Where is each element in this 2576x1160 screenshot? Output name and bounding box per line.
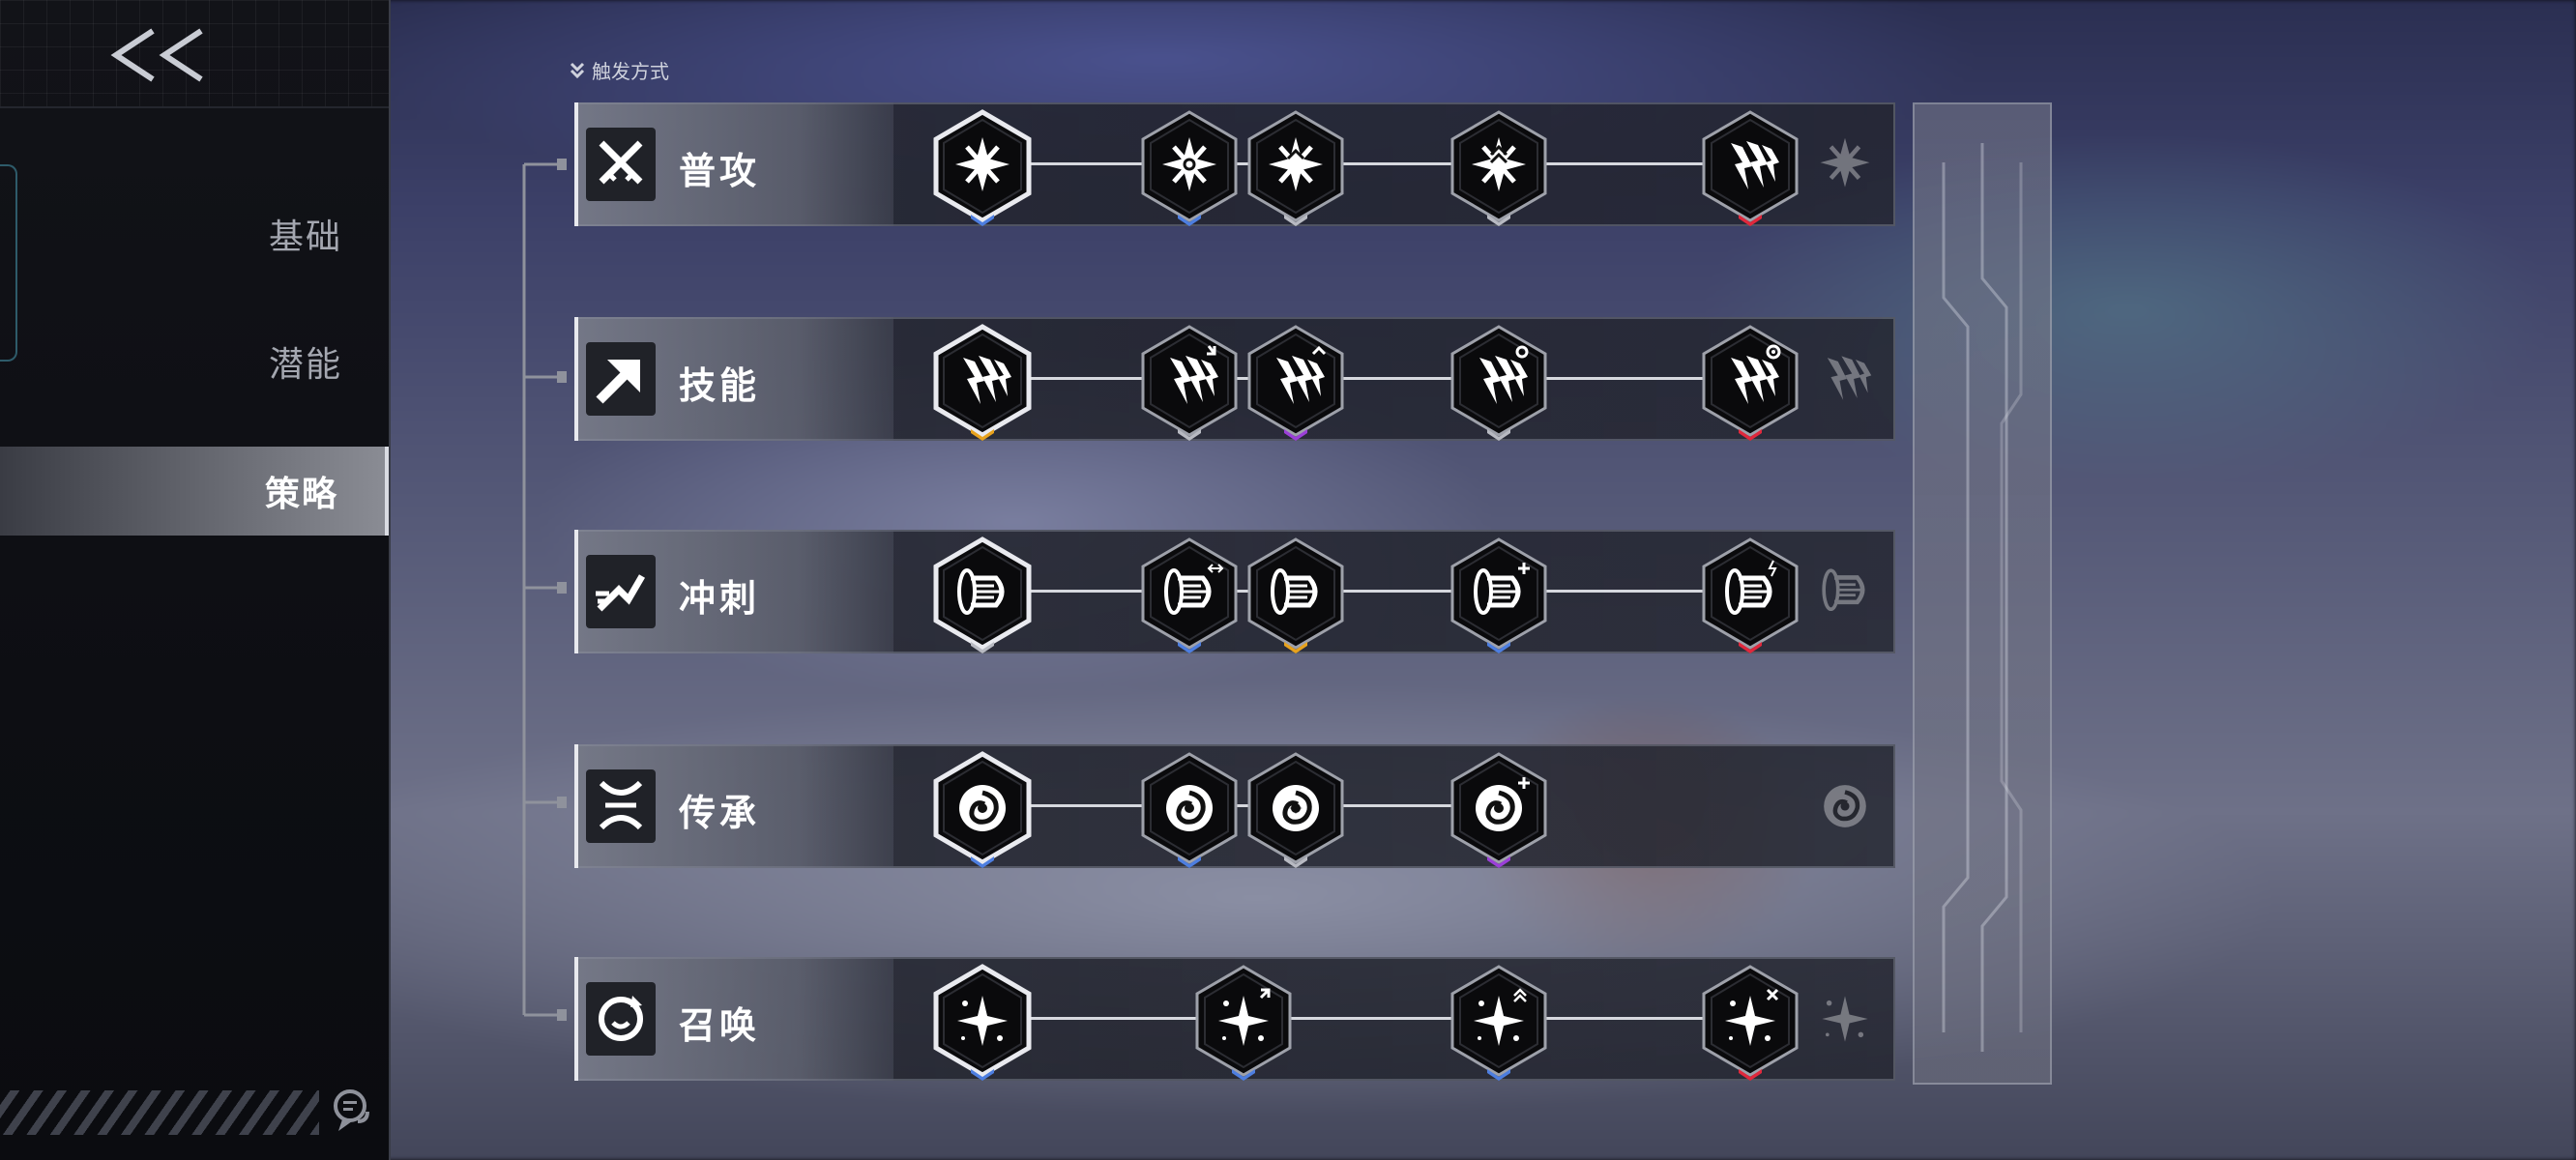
lightning-claw-swirl-node[interactable] xyxy=(1445,323,1553,443)
row-category-name: 技能 xyxy=(679,364,761,407)
row-category-name: 召唤 xyxy=(679,1004,761,1047)
vortex-node[interactable] xyxy=(1135,750,1244,870)
sparkle-node-selected[interactable] xyxy=(928,963,1037,1083)
sparkle-cross-node[interactable] xyxy=(1696,963,1804,1083)
nav-item-potential[interactable]: 潜能 xyxy=(0,317,389,406)
row-category-header[interactable]: 普攻 xyxy=(574,102,893,226)
shuriken-up-node[interactable] xyxy=(1242,108,1350,228)
faded-vortex-icon xyxy=(1806,768,1884,845)
node-connection-line xyxy=(982,377,1750,380)
sparkle-arrow-node[interactable] xyxy=(1189,963,1298,1083)
dash-portal-icon xyxy=(933,536,1032,653)
vortex-star-icon xyxy=(1247,752,1344,868)
sparkle-arrow-icon xyxy=(1195,965,1292,1081)
row-category-header[interactable]: 传承 xyxy=(574,744,893,868)
double-chevron-left-icon xyxy=(110,28,203,82)
dash-portal-plus-node[interactable] xyxy=(1445,536,1553,655)
trigger-method-label: 触发方式 xyxy=(592,60,669,83)
dash-portal-icon xyxy=(1247,537,1344,653)
summon-circle-icon xyxy=(586,982,656,1056)
row-category-header[interactable]: 召唤 xyxy=(574,957,893,1081)
back-button[interactable] xyxy=(104,21,211,89)
lightning-claw-caret-node[interactable] xyxy=(1242,323,1350,443)
faded-dash-portal-icon xyxy=(1806,553,1884,630)
dash-portal-node[interactable] xyxy=(1242,536,1350,655)
lightning-claw-icon xyxy=(933,324,1032,441)
dash-runner-icon xyxy=(586,555,656,628)
shuriken-double-up-icon xyxy=(1450,110,1547,226)
lightning-claw-node-selected[interactable] xyxy=(928,323,1037,443)
vortex-star-node[interactable] xyxy=(1242,750,1350,870)
vortex-node-selected[interactable] xyxy=(928,750,1037,870)
arrow-up-right-icon xyxy=(586,342,656,416)
shuriken-c-icon xyxy=(1141,110,1238,226)
trigger-method-header[interactable]: 触发方式 xyxy=(569,56,669,84)
node-connection-line xyxy=(982,590,1750,593)
dash-portal-arrows-icon xyxy=(1141,537,1238,653)
node-connection-line xyxy=(982,162,1750,165)
vortex-icon xyxy=(1141,752,1238,868)
connector-tree xyxy=(522,159,567,1021)
shuriken-up-icon xyxy=(1247,110,1344,226)
sparkle-chevron-node[interactable] xyxy=(1445,963,1553,1083)
crossed-swords-icon xyxy=(586,128,656,201)
dash-portal-bolt-node[interactable] xyxy=(1696,536,1804,655)
vortex-plus-icon xyxy=(1450,752,1547,868)
row-category-name: 传承 xyxy=(679,792,761,834)
shuriken-icon xyxy=(933,109,1032,226)
row-category-header[interactable]: 技能 xyxy=(574,317,893,441)
strategy-row-dash: 冲刺 xyxy=(574,530,1895,653)
shuriken-c-node[interactable] xyxy=(1135,108,1244,228)
dna-helix-icon xyxy=(586,769,656,843)
row-category-name: 普攻 xyxy=(679,150,761,192)
strategy-row-skill: 技能 xyxy=(574,317,1895,441)
circuit-decor xyxy=(1942,143,2023,1052)
sidebar: 基础 潜能 策略 xyxy=(0,0,391,1160)
node-connection-line xyxy=(982,1017,1750,1020)
lightning-claw-arrow-node[interactable] xyxy=(1135,323,1244,443)
sparkle-chevron-icon xyxy=(1450,965,1547,1081)
lightning-claw-arrow-icon xyxy=(1141,325,1238,441)
sparkle-cross-icon xyxy=(1702,965,1799,1081)
faded-lightning-claw-icon xyxy=(1806,340,1884,418)
chat-help-icon[interactable] xyxy=(333,1088,373,1135)
vortex-icon xyxy=(933,751,1032,868)
dash-portal-bolt-icon xyxy=(1702,537,1799,653)
lightning-claw-swirl-icon xyxy=(1450,325,1547,441)
nav-item-strategy[interactable]: 策略 xyxy=(0,447,389,536)
lightning-claw-gear-node[interactable] xyxy=(1696,323,1804,443)
shuriken-double-up-node[interactable] xyxy=(1445,108,1553,228)
faded-sparkle-icon xyxy=(1806,980,1884,1058)
decorative-stripes xyxy=(0,1090,319,1135)
lightning-claw-node[interactable] xyxy=(1696,108,1804,228)
dash-portal-arrows-node[interactable] xyxy=(1135,536,1244,655)
dash-portal-plus-icon xyxy=(1450,537,1547,653)
vortex-plus-node[interactable] xyxy=(1445,750,1553,870)
nav-item-basic[interactable]: 基础 xyxy=(0,189,389,278)
strategy-row-inheritance: 传承 xyxy=(574,744,1895,868)
strategy-row-summon: 召唤 xyxy=(574,957,1895,1081)
row-category-header[interactable]: 冲刺 xyxy=(574,530,893,653)
row-category-name: 冲刺 xyxy=(679,577,761,620)
lightning-claw-gear-icon xyxy=(1702,325,1799,441)
chevron-double-down-icon xyxy=(570,62,585,78)
lightning-claw-caret-icon xyxy=(1247,325,1344,441)
strategy-row-basic-attack: 普攻 xyxy=(574,102,1895,226)
shuriken-node-selected[interactable] xyxy=(928,108,1037,228)
lightning-claw-icon xyxy=(1702,110,1799,226)
faded-shuriken-icon xyxy=(1806,126,1884,203)
side-decor-panel xyxy=(1913,102,2052,1085)
sparkle-icon xyxy=(933,964,1032,1081)
dash-portal-node-selected[interactable] xyxy=(928,536,1037,655)
